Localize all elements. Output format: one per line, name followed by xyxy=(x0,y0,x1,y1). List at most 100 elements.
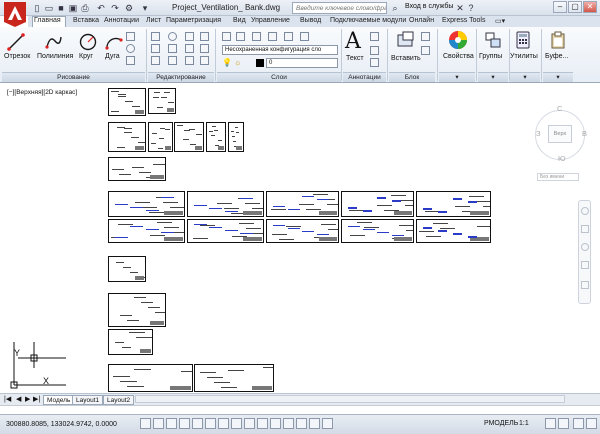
layer-match-icon[interactable] xyxy=(252,32,261,41)
tab-home[interactable]: Главная xyxy=(34,17,61,24)
3dosnap-icon[interactable] xyxy=(218,418,229,429)
copy-icon[interactable] xyxy=(151,44,160,53)
am-icon[interactable] xyxy=(322,418,333,429)
circle-icon[interactable] xyxy=(78,32,98,52)
viewcube-north[interactable]: С xyxy=(557,104,562,113)
line-icon[interactable] xyxy=(6,32,26,52)
modify-group-label[interactable]: Редактирование xyxy=(148,72,214,82)
close-button[interactable]: ✕ xyxy=(583,1,597,13)
dimension-icon[interactable] xyxy=(370,32,379,41)
horizontal-scrollbar[interactable] xyxy=(135,395,565,403)
tab-layout1[interactable]: Layout1 xyxy=(72,395,104,405)
rotate-icon[interactable] xyxy=(168,32,177,41)
layer-on-icon[interactable]: 💡 xyxy=(222,58,232,67)
search-input[interactable]: Введите ключевое слово/фразу xyxy=(292,2,387,14)
snap-icon[interactable] xyxy=(153,418,164,429)
viewcube-top-face[interactable]: Верх xyxy=(548,125,572,143)
viewcube-east[interactable]: В xyxy=(582,129,587,138)
redo-icon[interactable]: ↷ xyxy=(110,3,120,13)
tab-layout2[interactable]: Layout2 xyxy=(103,395,135,405)
layers-group-label[interactable]: Слои xyxy=(217,72,341,82)
viewcube-south[interactable]: Ю xyxy=(558,154,566,163)
command-line[interactable] xyxy=(0,405,600,414)
arc-button[interactable]: Дуга xyxy=(105,53,120,60)
pan-icon[interactable] xyxy=(581,225,589,233)
layer-iso-icon[interactable] xyxy=(268,32,277,41)
lwt-icon[interactable] xyxy=(270,418,281,429)
array-icon[interactable] xyxy=(185,56,194,65)
tab-annotate[interactable]: Аннотации xyxy=(104,17,139,24)
wcs-menu[interactable]: Без имени xyxy=(537,173,579,181)
fillet-icon[interactable] xyxy=(185,44,194,53)
scale-icon[interactable] xyxy=(168,56,177,65)
offset-icon[interactable] xyxy=(200,56,209,65)
ducs-icon[interactable] xyxy=(244,418,255,429)
undo-icon[interactable]: ↶ xyxy=(96,3,106,13)
draw-group-label[interactable]: Рисование xyxy=(2,72,145,82)
ortho-icon[interactable] xyxy=(179,418,190,429)
layer-color-swatch[interactable] xyxy=(256,59,264,67)
help-button[interactable]: ? xyxy=(466,3,476,13)
mirror-icon[interactable] xyxy=(168,44,177,53)
trim-icon[interactable] xyxy=(185,32,194,41)
new-icon[interactable]: ▯ xyxy=(32,3,42,13)
layer-off-icon[interactable] xyxy=(284,32,293,41)
exchange-icon[interactable]: ✕ xyxy=(455,3,465,13)
line-button[interactable]: Отрезок xyxy=(4,53,30,60)
properties-icon[interactable] xyxy=(448,30,468,50)
plot-icon[interactable]: ⎙ xyxy=(80,3,90,13)
utilities-icon[interactable] xyxy=(515,31,531,49)
block-group-label[interactable]: Блок xyxy=(389,72,435,82)
lock-icon[interactable] xyxy=(573,418,584,429)
layer-state-icon[interactable] xyxy=(236,32,245,41)
search-icon[interactable]: ⌕ xyxy=(390,3,400,13)
tab-express-tools[interactable]: Express Tools xyxy=(442,17,485,24)
open-icon[interactable]: ▭ xyxy=(44,3,54,13)
create-block-icon[interactable] xyxy=(421,32,430,41)
circle-button[interactable]: Круг xyxy=(79,53,93,60)
insert-button[interactable]: Вставить xyxy=(391,55,421,62)
layer-freeze-icon[interactable] xyxy=(300,32,309,41)
tab-parametric[interactable]: Параметризация xyxy=(166,17,221,24)
tab-model[interactable]: Модель xyxy=(43,395,75,405)
move-icon[interactable] xyxy=(151,32,160,41)
clipboard-group-label[interactable]: ▾ xyxy=(543,72,573,82)
model-space-toggle[interactable]: РМОДЕЛЬ xyxy=(484,420,518,427)
dyn-icon[interactable] xyxy=(257,418,268,429)
maximize-button[interactable]: ▢ xyxy=(568,1,582,13)
layer-properties-icon[interactable] xyxy=(222,32,231,41)
tab-layout[interactable]: Лист xyxy=(146,17,161,24)
login-button[interactable]: Вход в службы xyxy=(405,3,453,10)
stretch-icon[interactable] xyxy=(151,56,160,65)
navigation-bar[interactable] xyxy=(578,200,591,304)
tab-next-icon[interactable]: ▶ xyxy=(25,395,30,403)
infer-icon[interactable] xyxy=(140,418,151,429)
tab-online[interactable]: Онлайн xyxy=(409,17,434,24)
otrack-icon[interactable] xyxy=(231,418,242,429)
showmotion-icon[interactable] xyxy=(581,281,589,289)
saveas-icon[interactable]: ▣ xyxy=(68,3,78,13)
properties-group-label[interactable]: ▾ xyxy=(439,72,475,82)
insert-block-icon[interactable] xyxy=(395,30,417,50)
arc-icon[interactable] xyxy=(104,32,124,52)
workspace-icon[interactable]: ⚙ xyxy=(124,3,134,13)
save-icon[interactable]: ■ xyxy=(56,3,66,13)
text-icon[interactable]: A xyxy=(345,29,361,54)
tab-insert[interactable]: Вставка xyxy=(73,17,99,24)
layer-thaw-icon[interactable]: ☼ xyxy=(234,58,241,67)
minimize-button[interactable]: – xyxy=(553,1,567,13)
tpy-icon[interactable] xyxy=(283,418,294,429)
workspace-switch-icon[interactable] xyxy=(558,418,569,429)
tab-prev-icon[interactable]: ◀ xyxy=(16,395,21,403)
sc-icon[interactable] xyxy=(309,418,320,429)
erase-icon[interactable] xyxy=(200,32,209,41)
polyline-button[interactable]: Полилиния xyxy=(37,53,73,60)
rectangle-icon[interactable] xyxy=(126,32,135,41)
layer-state-combo[interactable]: Несохраненная конфигурация сло xyxy=(222,45,338,55)
tab-manage[interactable]: Управление xyxy=(251,17,290,24)
viewcube-west[interactable]: З xyxy=(536,129,541,138)
leader-icon[interactable] xyxy=(370,46,379,55)
qp-icon[interactable] xyxy=(296,418,307,429)
polyline-icon[interactable] xyxy=(44,32,64,52)
ellipse-icon[interactable] xyxy=(126,44,135,53)
